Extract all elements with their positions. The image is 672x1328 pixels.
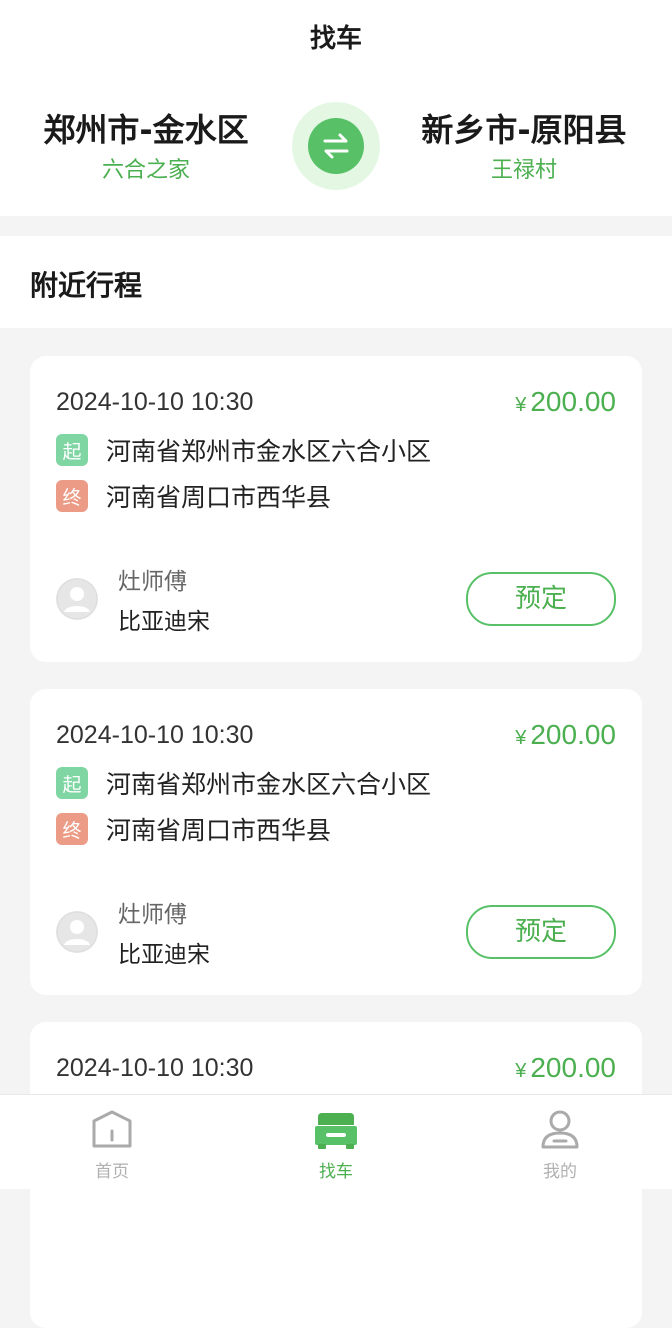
nearby-title: 附近行程	[30, 269, 143, 302]
start-tag: 起	[56, 767, 88, 799]
car-model: 比亚迪宋	[118, 609, 210, 635]
header: 找车 郑州市-金水区 六合之家 新乡市-原阳县 王禄村	[0, 0, 672, 216]
book-button[interactable]: 预定	[466, 572, 616, 626]
start-location: 起 河南省郑州市金水区六合小区	[56, 767, 431, 799]
swap-icon	[308, 118, 364, 174]
currency-symbol: ¥	[515, 394, 527, 416]
car-model: 比亚迪宋	[118, 942, 210, 968]
end-tag: 终	[56, 480, 88, 512]
end-address: 河南省周口市西华县	[106, 816, 332, 845]
currency-symbol: ¥	[515, 1060, 527, 1082]
home-icon	[92, 1110, 132, 1148]
price-value: 200.00	[530, 386, 616, 417]
trip-card[interactable]: 2024-10-10 10:30 ¥200.00 起 河南省郑州市金水区六合小区…	[30, 356, 642, 662]
end-location: 终 河南省周口市西华县	[56, 480, 331, 512]
start-address: 河南省郑州市金水区六合小区	[106, 437, 432, 466]
destination-spot: 王禄村	[490, 158, 557, 183]
trip-time: 2024-10-10 10:30	[56, 388, 254, 416]
start-address: 河南省郑州市金水区六合小区	[106, 770, 432, 799]
driver-name: 灶师傅	[118, 902, 187, 928]
trip-time: 2024-10-10 10:30	[56, 1054, 254, 1082]
start-tag: 起	[56, 434, 88, 466]
end-tag: 终	[56, 813, 88, 845]
end-address: 河南省周口市西华县	[106, 483, 332, 512]
swap-route-button[interactable]	[292, 102, 380, 190]
origin-selector[interactable]: 郑州市-金水区 六合之家	[16, 108, 276, 186]
price-value: 200.00	[530, 1052, 616, 1083]
tab-find-car-label: 找车	[319, 1162, 353, 1182]
trip-time: 2024-10-10 10:30	[56, 721, 254, 749]
destination-city: 新乡市-原阳县	[421, 111, 627, 149]
trip-card[interactable]: 2024-10-10 10:30 ¥200.00 起 河南省郑州市金水区六合小区…	[30, 689, 642, 995]
page-title: 找车	[309, 24, 362, 54]
book-button[interactable]: 预定	[466, 905, 616, 959]
tab-home[interactable]: 首页	[0, 1095, 224, 1189]
tab-bar: 首页 找车 我的	[0, 1094, 672, 1189]
trip-price: ¥200.00	[515, 719, 616, 751]
start-location: 起 河南省郑州市金水区六合小区	[56, 434, 431, 466]
currency-symbol: ¥	[515, 727, 527, 749]
destination-selector[interactable]: 新乡市-原阳县 王禄村	[394, 108, 654, 186]
tab-find-car[interactable]: 找车	[224, 1095, 448, 1189]
origin-city: 郑州市-金水区	[43, 111, 249, 149]
tab-home-label: 首页	[95, 1162, 129, 1182]
price-value: 200.00	[530, 719, 616, 750]
trip-price: ¥200.00	[515, 1052, 616, 1084]
avatar	[56, 578, 98, 620]
car-icon	[315, 1113, 357, 1149]
nearby-section-header: 附近行程	[0, 236, 672, 328]
user-icon	[541, 1110, 579, 1149]
avatar	[56, 911, 98, 953]
trip-price: ¥200.00	[515, 386, 616, 418]
tab-profile[interactable]: 我的	[448, 1095, 672, 1189]
tab-profile-label: 我的	[543, 1162, 577, 1182]
origin-spot: 六合之家	[101, 158, 190, 183]
end-location: 终 河南省周口市西华县	[56, 813, 331, 845]
driver-name: 灶师傅	[118, 569, 187, 595]
